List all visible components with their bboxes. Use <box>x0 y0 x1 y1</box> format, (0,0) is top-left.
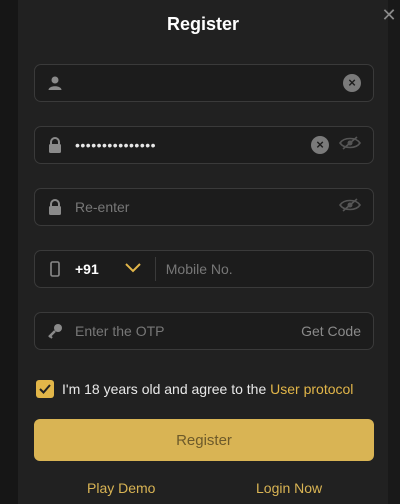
play-demo-link[interactable]: Play Demo <box>87 480 155 496</box>
country-code-select[interactable]: +91 <box>75 257 156 281</box>
user-protocol-link[interactable]: User protocol <box>270 381 353 397</box>
register-button[interactable]: Register <box>34 419 374 461</box>
agree-checkbox[interactable] <box>36 380 54 398</box>
user-icon <box>35 75 75 91</box>
username-field[interactable]: × <box>34 64 374 102</box>
chevron-down-icon <box>125 260 141 278</box>
agreement-text: I'm 18 years old and agree to the <box>62 381 271 397</box>
get-code-button[interactable]: Get Code <box>301 323 373 339</box>
close-icon[interactable]: ✕ <box>380 6 398 24</box>
reenter-password-field[interactable] <box>34 188 374 226</box>
lock-icon <box>35 199 75 215</box>
password-field[interactable]: ••••••••••••••• × <box>34 126 374 164</box>
backdrop-left <box>0 0 18 504</box>
password-input[interactable]: ••••••••••••••• <box>75 137 311 153</box>
eye-hidden-icon[interactable] <box>339 135 361 155</box>
phone-icon <box>35 261 75 277</box>
agreement-row: I'm 18 years old and agree to the User p… <box>36 380 353 398</box>
lock-icon <box>35 137 75 153</box>
clear-icon[interactable]: × <box>343 74 361 92</box>
username-input[interactable] <box>75 75 343 91</box>
country-code: +91 <box>75 261 99 277</box>
mobile-field[interactable]: +91 <box>34 250 374 288</box>
login-now-link[interactable]: Login Now <box>256 480 322 496</box>
page-title: Register <box>166 14 240 34</box>
mobile-input[interactable] <box>155 261 373 277</box>
register-modal: Register × ••••••••••••••• × Re-enter +9… <box>18 0 388 504</box>
clear-icon[interactable]: × <box>311 136 329 154</box>
reenter-password-input[interactable] <box>75 199 339 215</box>
backdrop-right <box>388 0 400 504</box>
eye-hidden-icon[interactable] <box>339 197 361 217</box>
otp-field[interactable]: Get Code <box>34 312 374 350</box>
key-icon <box>35 323 75 339</box>
otp-input[interactable] <box>75 323 302 339</box>
